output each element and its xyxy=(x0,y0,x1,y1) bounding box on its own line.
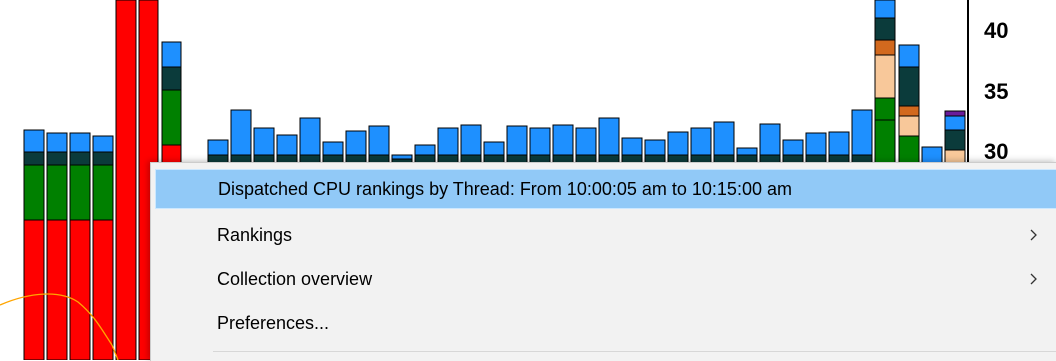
bar-segment xyxy=(46,164,68,221)
bar-segment xyxy=(759,123,781,156)
bar-segment xyxy=(529,127,551,156)
bar-segment xyxy=(69,132,91,153)
menu-item-preferences[interactable]: Preferences... xyxy=(155,303,1056,343)
bar-segment xyxy=(575,127,597,156)
bar-segment xyxy=(299,117,321,156)
bar-segment xyxy=(391,154,413,160)
bar-segment xyxy=(944,129,966,151)
menu-item-rankings[interactable]: Rankings xyxy=(155,215,1056,255)
bar-segment xyxy=(322,141,344,156)
bar-segment xyxy=(23,129,45,153)
y-tick-label-30: 30 xyxy=(984,139,1009,164)
bar-segment xyxy=(506,125,528,156)
menu-item-dispatched-cpu-rankings[interactable]: Dispatched CPU rankings by Thread: From … xyxy=(155,169,1056,209)
menu-separator xyxy=(213,351,1056,352)
chevron-right-icon xyxy=(1030,229,1037,241)
bar-segment xyxy=(253,127,275,156)
bar-segment xyxy=(276,134,298,156)
bar-segment xyxy=(898,44,920,68)
y-tick-label-35: 35 xyxy=(984,79,1009,104)
bar-segment xyxy=(874,39,896,56)
bar-segment xyxy=(552,124,574,156)
bar-segment xyxy=(460,124,482,156)
bar-segment xyxy=(898,66,920,107)
bar-segment xyxy=(805,132,827,156)
bar-segment xyxy=(92,164,114,221)
bar-segment xyxy=(874,97,896,121)
bar-segment xyxy=(874,17,896,41)
bar-segment xyxy=(92,135,114,153)
bar-segment xyxy=(69,151,91,166)
bar-segment xyxy=(414,144,436,156)
context-menu: Dispatched CPU rankings by Thread: From … xyxy=(150,162,1056,361)
bar-segment xyxy=(828,131,850,156)
bar-segment xyxy=(944,115,966,131)
bar-segment xyxy=(23,164,45,221)
bar-segment xyxy=(437,127,459,156)
bar-segment xyxy=(161,41,182,68)
bar-segment xyxy=(874,0,896,19)
bar-segment xyxy=(368,125,390,156)
bar-segment xyxy=(23,219,45,360)
bar-segment xyxy=(46,151,68,166)
bar-segment xyxy=(23,151,45,166)
bar-segment xyxy=(874,119,896,166)
bar-segment xyxy=(345,130,367,156)
bar-segment xyxy=(598,117,620,156)
bar-segment xyxy=(713,121,735,156)
bar-segment xyxy=(874,54,896,99)
bar-segment xyxy=(46,132,68,153)
bar-segment xyxy=(944,110,966,117)
bar-segment xyxy=(898,115,920,137)
chevron-right-icon xyxy=(1030,273,1037,285)
bar-segment xyxy=(161,66,182,91)
bar-segment xyxy=(644,139,666,156)
bar-segment xyxy=(92,219,114,360)
bar-segment xyxy=(690,127,712,156)
menu-item-label: Rankings xyxy=(217,224,293,245)
bar-segment xyxy=(161,89,182,146)
menu-item-collection-overview[interactable]: Collection overview xyxy=(155,259,1056,299)
y-tick-label-40: 40 xyxy=(984,18,1009,43)
bar-segment xyxy=(69,164,91,221)
bar-segment xyxy=(92,151,114,166)
bar-segment xyxy=(230,109,252,156)
bar-segment xyxy=(851,109,873,156)
bar-segment xyxy=(621,137,643,156)
menu-item-label: Dispatched CPU rankings by Thread: From … xyxy=(218,178,792,199)
bar-segment xyxy=(736,147,758,156)
bar-segment xyxy=(69,219,91,360)
bar-segment xyxy=(782,139,804,156)
bar-segment xyxy=(46,219,68,360)
bar-segment xyxy=(898,105,920,117)
bar-segment xyxy=(483,141,505,156)
menu-item-label: Preferences... xyxy=(217,312,330,333)
bar-segment xyxy=(115,0,137,360)
bar-segment xyxy=(207,139,229,156)
bar-segment xyxy=(667,131,689,156)
menu-item-label: Collection overview xyxy=(217,268,373,289)
